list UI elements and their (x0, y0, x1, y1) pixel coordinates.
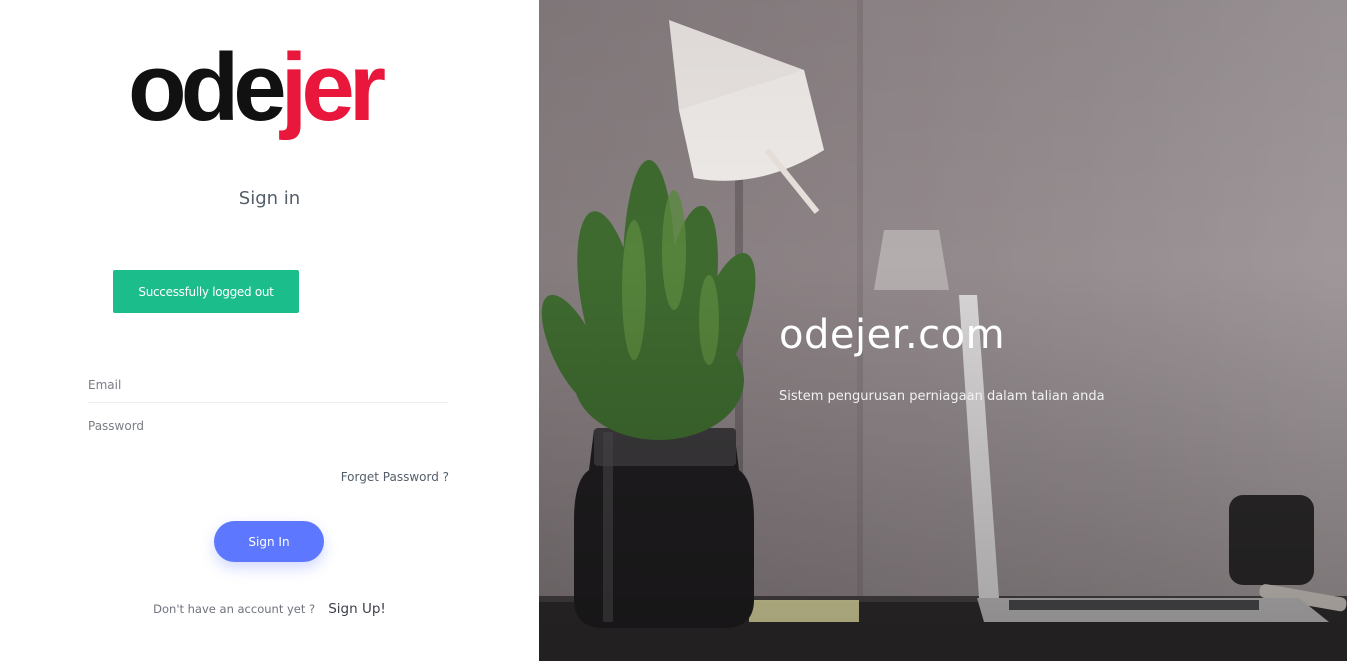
logout-success-alert: Successfully logged out (113, 270, 299, 313)
email-field[interactable] (88, 367, 448, 403)
forget-password-link[interactable]: Forget Password ? (341, 470, 449, 484)
logo-text-jer: jer (280, 34, 386, 141)
password-field[interactable] (88, 408, 448, 444)
logo-text-ode: ode (128, 34, 287, 141)
brand-logo: odejer (128, 40, 386, 150)
hero-title: odejer.com (779, 312, 1006, 358)
hero-panel: odejer.com Sistem pengurusan perniagaan … (539, 0, 1347, 661)
page-title: Sign in (238, 188, 301, 209)
signin-panel: odejer Sign in Successfully logged out F… (0, 0, 539, 661)
no-account-text: Don't have an account yet ? (153, 602, 316, 616)
hero-subtitle: Sistem pengurusan perniagaan dalam talia… (779, 389, 1105, 404)
signup-link[interactable]: Sign Up! (328, 601, 386, 617)
signin-button[interactable]: Sign In (214, 521, 324, 562)
signup-prompt: Don't have an account yet ? Sign Up! (0, 598, 539, 617)
